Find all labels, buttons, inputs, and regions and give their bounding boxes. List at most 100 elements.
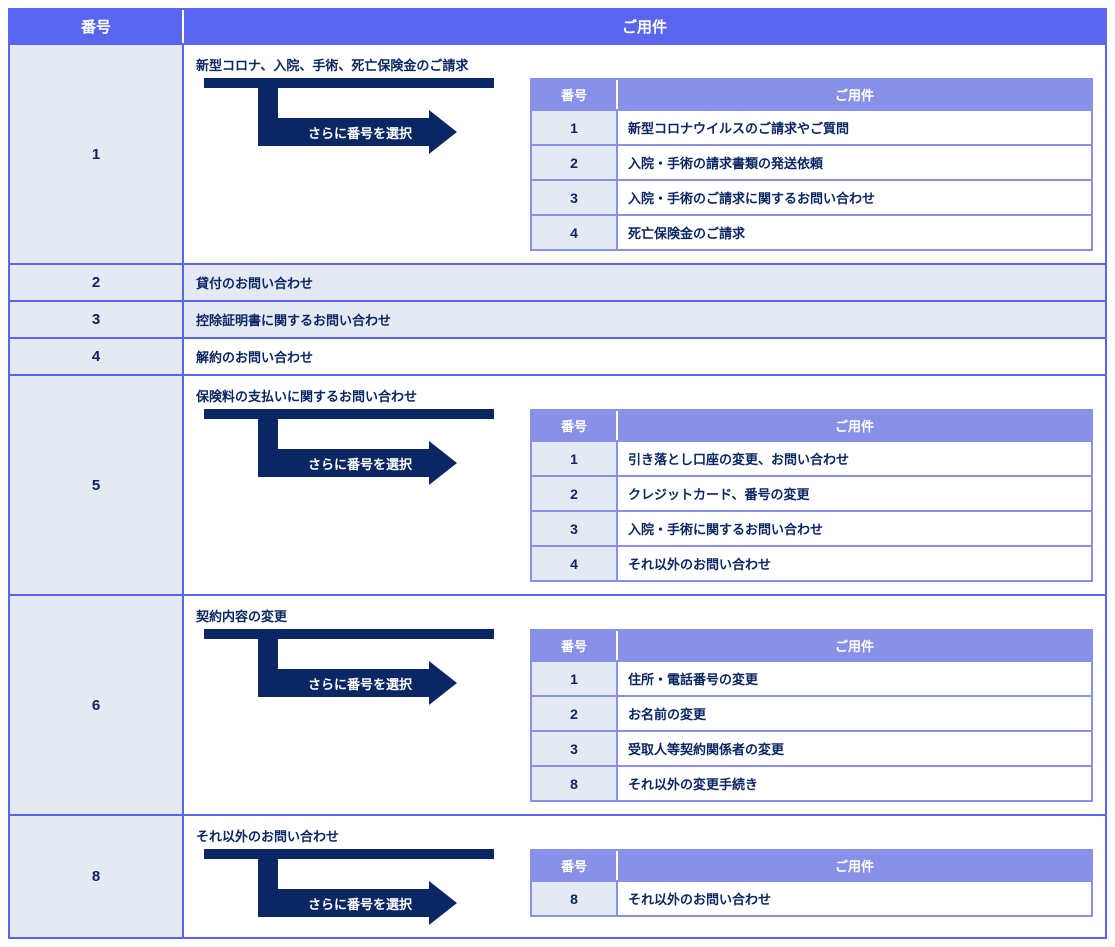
flow-label: さらに番号を選択: [258, 449, 430, 477]
sub-row: 1住所・電話番号の変更: [532, 660, 1091, 695]
flow-label: さらに番号を選択: [258, 118, 430, 146]
sub-header-label: ご用件: [618, 851, 1091, 880]
main-header: 番号 ご用件: [10, 10, 1105, 43]
menu-row: 1新型コロナ、入院、手術、死亡保険金のご請求さらに番号を選択番号ご用件1新型コロ…: [10, 43, 1105, 263]
row-body: 控除証明書に関するお問い合わせ: [184, 302, 1105, 337]
sub-header-number: 番号: [532, 631, 618, 660]
row-topic: それ以外のお問い合わせ: [196, 826, 1093, 845]
row-topic: 契約内容の変更: [196, 606, 1093, 625]
sub-row-number: 2: [532, 477, 618, 510]
sub-row-number: 3: [532, 732, 618, 765]
row-split: さらに番号を選択 番号ご用件1住所・電話番号の変更2お名前の変更3受取人等契約関係…: [196, 629, 1093, 802]
sub-header-number: 番号: [532, 80, 618, 109]
sub-row-number: 4: [532, 547, 618, 580]
sub-header-label: ご用件: [618, 411, 1091, 440]
sub-row-label: お名前の変更: [618, 697, 1091, 730]
row-number: 2: [10, 265, 184, 300]
row-split: さらに番号を選択 番号ご用件1引き落とし口座の変更、お問い合わせ2クレジットカード…: [196, 409, 1093, 582]
row-body: 保険料の支払いに関するお問い合わせさらに番号を選択 番号ご用件1引き落とし口座の変…: [184, 376, 1105, 594]
sub-row-label: 新型コロナウイルスのご請求やご質問: [618, 111, 1091, 144]
sub-header-number: 番号: [532, 411, 618, 440]
header-label: ご用件: [184, 10, 1105, 43]
sub-row-number: 1: [532, 111, 618, 144]
sub-row: 2クレジットカード、番号の変更: [532, 475, 1091, 510]
sub-row-number: 8: [532, 767, 618, 800]
flow-label-wrap: さらに番号を選択: [258, 881, 526, 925]
sub-row-number: 3: [532, 181, 618, 214]
menu-row: 5 保険料の支払いに関するお問い合わせさらに番号を選択 番号ご用件1引き落とし口座の…: [10, 374, 1105, 594]
sub-row: 4それ以外のお問い合わせ: [532, 545, 1091, 580]
arrow-right-icon: [429, 441, 457, 485]
flow-label-wrap: さらに番号を選択: [258, 110, 526, 154]
sub-row-label: 住所・電話番号の変更: [618, 662, 1091, 695]
sub-table: 番号ご用件1新型コロナウイルスのご請求やご質問2入院・手術の請求書類の発送依頼3…: [530, 78, 1093, 251]
sub-row-label: それ以外のお問い合わせ: [618, 882, 1091, 915]
flow-diagram: さらに番号を選択: [196, 849, 526, 925]
row-body: 新型コロナ、入院、手術、死亡保険金のご請求さらに番号を選択 番号ご用件1新型コロナ…: [184, 45, 1105, 263]
sub-header: 番号ご用件: [532, 411, 1091, 440]
ivr-menu-table: 番号 ご用件 1新型コロナ、入院、手術、死亡保険金のご請求さらに番号を選択番号ご…: [8, 8, 1107, 939]
sub-table: 番号ご用件1住所・電話番号の変更2お名前の変更3受取人等契約関係者の変更8それ以…: [530, 629, 1093, 802]
menu-row: 3控除証明書に関するお問い合わせ: [10, 300, 1105, 337]
sub-row-label: 入院・手術に関するお問い合わせ: [618, 512, 1091, 545]
sub-table: 番号ご用件8それ以外のお問い合わせ: [530, 849, 1093, 917]
sub-row-label: 引き落とし口座の変更、お問い合わせ: [618, 442, 1091, 475]
flow-label-wrap: さらに番号を選択: [258, 441, 526, 485]
row-body: 解約のお問い合わせ: [184, 339, 1105, 374]
sub-row: 8それ以外の変更手続き: [532, 765, 1091, 800]
sub-row: 2お名前の変更: [532, 695, 1091, 730]
sub-row-number: 2: [532, 697, 618, 730]
menu-row: 2貸付のお問い合わせ: [10, 263, 1105, 300]
row-split: さらに番号を選択 番号ご用件1新型コロナウイルスのご請求やご質問2入院・手術の請求…: [196, 78, 1093, 251]
sub-header: 番号ご用件: [532, 80, 1091, 109]
flow-diagram: さらに番号を選択: [196, 78, 526, 154]
sub-row-number: 4: [532, 216, 618, 249]
flow-diagram: さらに番号を選択: [196, 409, 526, 485]
sub-header-label: ご用件: [618, 80, 1091, 109]
sub-header-label: ご用件: [618, 631, 1091, 660]
menu-row: 4解約のお問い合わせ: [10, 337, 1105, 374]
sub-row-number: 3: [532, 512, 618, 545]
sub-row: 1引き落とし口座の変更、お問い合わせ: [532, 440, 1091, 475]
flow-hbar: [204, 78, 494, 88]
sub-header: 番号ご用件: [532, 851, 1091, 880]
flow-hbar: [204, 629, 494, 639]
sub-table: 番号ご用件1引き落とし口座の変更、お問い合わせ2クレジットカード、番号の変更3入…: [530, 409, 1093, 582]
sub-row: 3入院・手術に関するお問い合わせ: [532, 510, 1091, 545]
sub-row-number: 1: [532, 442, 618, 475]
sub-row-label: クレジットカード、番号の変更: [618, 477, 1091, 510]
arrow-right-icon: [429, 881, 457, 925]
sub-row: 3受取人等契約関係者の変更: [532, 730, 1091, 765]
sub-row-number: 1: [532, 662, 618, 695]
row-split: さらに番号を選択 番号ご用件8それ以外のお問い合わせ: [196, 849, 1093, 925]
row-topic: 新型コロナ、入院、手術、死亡保険金のご請求: [196, 55, 1093, 74]
menu-row: 8それ以外のお問い合わせさらに番号を選択番号ご用件8それ以外のお問い合わせ: [10, 814, 1105, 937]
arrow-right-icon: [429, 661, 457, 705]
sub-header: 番号ご用件: [532, 631, 1091, 660]
sub-row: 3入院・手術のご請求に関するお問い合わせ: [532, 179, 1091, 214]
sub-row: 8それ以外のお問い合わせ: [532, 880, 1091, 915]
row-body: それ以外のお問い合わせさらに番号を選択番号ご用件8それ以外のお問い合わせ: [184, 816, 1105, 937]
sub-row-number: 2: [532, 146, 618, 179]
row-number: 6: [10, 596, 184, 814]
sub-row-label: 受取人等契約関係者の変更: [618, 732, 1091, 765]
flow-label: さらに番号を選択: [258, 669, 430, 697]
row-number: 1: [10, 45, 184, 263]
row-topic: 保険料の支払いに関するお問い合わせ: [196, 386, 1093, 405]
sub-row-label: それ以外の変更手続き: [618, 767, 1091, 800]
flow-label: さらに番号を選択: [258, 889, 430, 917]
arrow-right-icon: [429, 110, 457, 154]
row-number: 5: [10, 376, 184, 594]
flow-hbar: [204, 849, 494, 859]
row-body: 契約内容の変更さらに番号を選択 番号ご用件1住所・電話番号の変更2お名前の変更3受…: [184, 596, 1105, 814]
sub-row: 1新型コロナウイルスのご請求やご質問: [532, 109, 1091, 144]
sub-row: 2入院・手術の請求書類の発送依頼: [532, 144, 1091, 179]
menu-row: 6 契約内容の変更さらに番号を選択 番号ご用件1住所・電話番号の変更2お名前の変更3…: [10, 594, 1105, 814]
sub-row-label: それ以外のお問い合わせ: [618, 547, 1091, 580]
sub-row-label: 入院・手術の請求書類の発送依頼: [618, 146, 1091, 179]
row-body: 貸付のお問い合わせ: [184, 265, 1105, 300]
row-number: 8: [10, 816, 184, 937]
sub-row-number: 8: [532, 882, 618, 915]
sub-row-label: 入院・手術のご請求に関するお問い合わせ: [618, 181, 1091, 214]
row-number: 4: [10, 339, 184, 374]
